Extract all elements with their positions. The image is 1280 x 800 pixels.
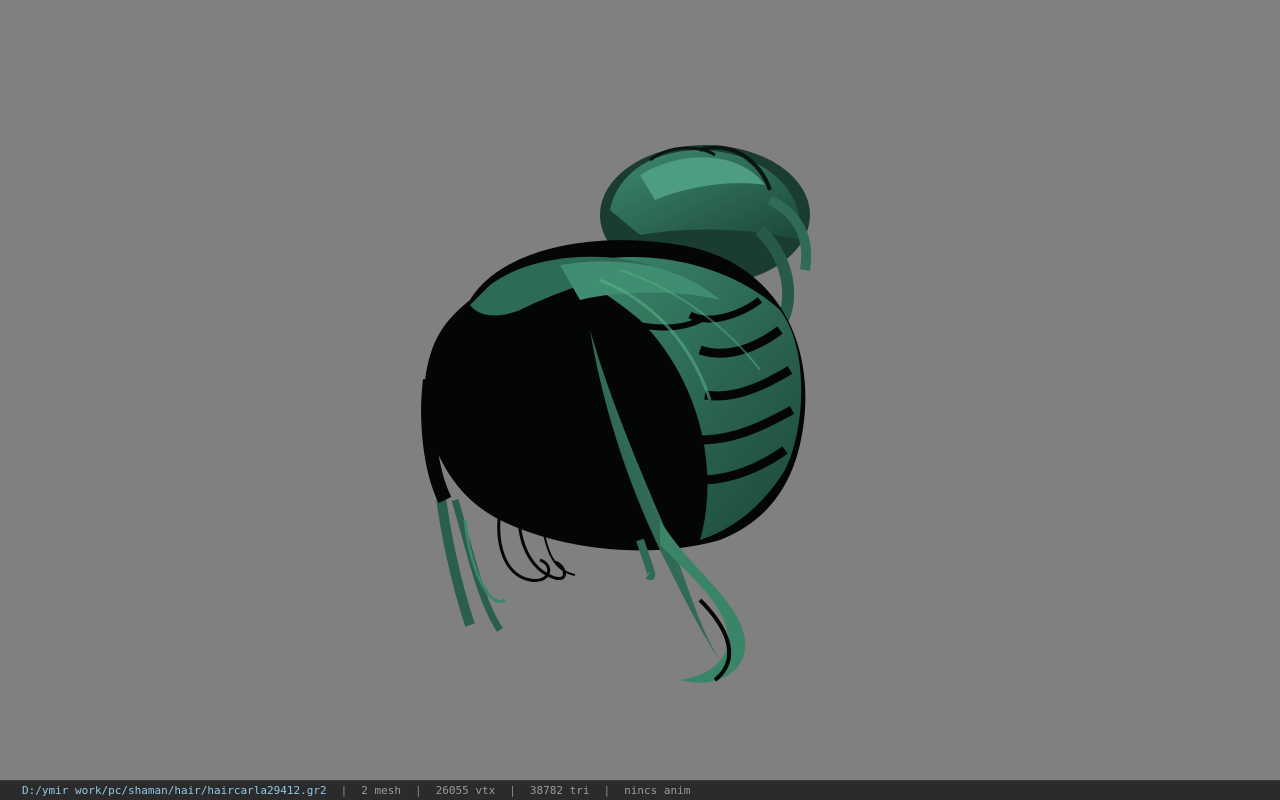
hair-main-mass [424, 240, 806, 551]
status-bar: D:/ymir work/pc/shaman/hair/haircarla294… [0, 780, 1280, 800]
vertex-count: 26055 vtx [435, 784, 496, 797]
mesh-count: 2 mesh [361, 784, 402, 797]
file-path: D:/ymir work/pc/shaman/hair/haircarla294… [22, 784, 327, 797]
status-separator: | [415, 784, 422, 797]
triangle-count: 38782 tri [529, 784, 590, 797]
animation-status: nincs anim [624, 784, 691, 797]
model-viewport[interactable] [0, 0, 1280, 780]
hair-model-render [421, 145, 812, 683]
status-separator: | [603, 784, 611, 797]
status-separator: | [340, 784, 348, 797]
status-separator: | [509, 784, 516, 797]
